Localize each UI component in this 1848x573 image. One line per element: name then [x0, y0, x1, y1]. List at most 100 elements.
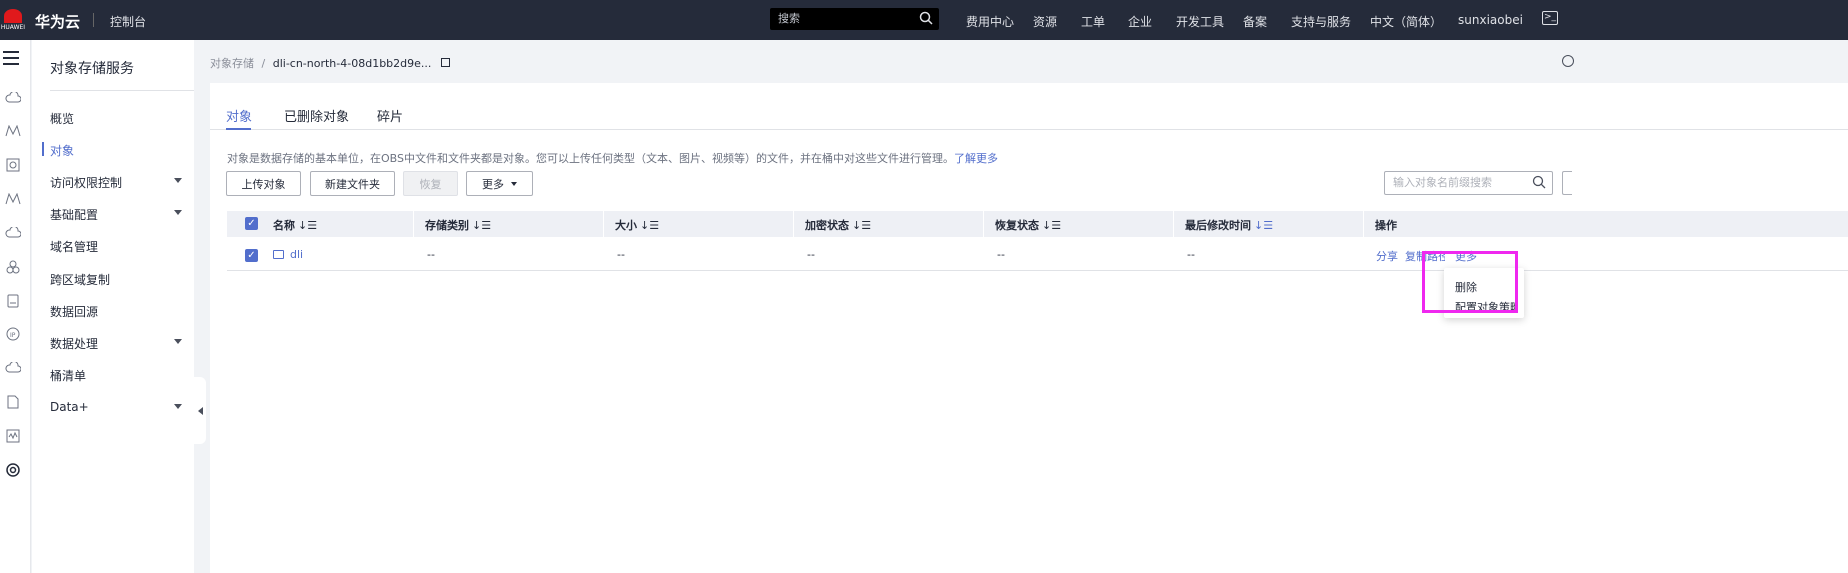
sort-icon[interactable]: ↓☰ — [1254, 219, 1273, 232]
sidebar-item-basic-config[interactable]: 基础配置 — [50, 206, 194, 223]
nav-tickets[interactable]: 工单 — [1081, 13, 1105, 30]
breadcrumb-separator: / — [261, 57, 266, 70]
search-icon[interactable] — [1532, 175, 1546, 189]
column-modified[interactable]: 最后修改时间 ↓☰ — [1185, 217, 1273, 233]
column-separator — [793, 211, 794, 237]
caret-down-icon — [174, 178, 182, 183]
column-label: 加密状态 — [805, 219, 849, 232]
toolbar-extra-button[interactable] — [1562, 171, 1572, 195]
global-search-placeholder: 搜索 — [778, 12, 800, 25]
active-indicator — [42, 142, 44, 156]
upload-object-button[interactable]: 上传对象 — [226, 171, 301, 196]
cell-restore: -- — [997, 248, 1005, 261]
cloud-sync-icon[interactable] — [5, 360, 21, 376]
sidebar-item-domain[interactable]: 域名管理 — [50, 238, 194, 255]
object-search-placeholder: 输入对象名前缀搜索 — [1393, 176, 1492, 189]
caret-down-icon — [174, 210, 182, 215]
tab-deleted-objects[interactable]: 已删除对象 — [284, 106, 349, 125]
cell-modified: -- — [1187, 248, 1195, 261]
sidebar-item-label: Data+ — [50, 400, 89, 414]
learn-more-link[interactable]: 了解更多 — [954, 152, 998, 165]
ip-icon[interactable]: IP — [5, 326, 21, 342]
sort-icon[interactable]: ↓☰ — [298, 219, 317, 232]
sidebar-item-label: 跨区域复制 — [50, 273, 111, 287]
search-icon[interactable] — [919, 11, 933, 25]
chevron-left-icon — [197, 406, 203, 415]
sidebar-item-data-processing[interactable]: 数据处理 — [50, 335, 194, 352]
nav-enterprise[interactable]: 企业 — [1128, 13, 1152, 30]
sort-icon[interactable]: ↓☰ — [640, 219, 659, 232]
column-storage-class[interactable]: 存储类别 ↓☰ — [425, 217, 491, 233]
service-icon-rail: IP — [0, 40, 31, 573]
object-name-link[interactable]: dli — [273, 248, 303, 261]
huawei-logo[interactable]: HUAWEI — [0, 0, 26, 40]
topbar-divider — [93, 13, 94, 27]
tab-fragments[interactable]: 碎片 — [377, 106, 403, 125]
new-folder-button[interactable]: 新建文件夹 — [310, 171, 395, 196]
nav-resources[interactable]: 资源 — [1033, 13, 1057, 30]
sidebar-item-label: 桶清单 — [50, 369, 87, 383]
model-icon[interactable] — [5, 123, 21, 139]
menu-icon[interactable] — [3, 51, 19, 69]
document-icon[interactable] — [5, 394, 21, 410]
sidebar-item-inventory[interactable]: 桶清单 — [50, 367, 194, 384]
svg-text:IP: IP — [10, 332, 16, 339]
nav-language[interactable]: 中文（简体） — [1370, 13, 1442, 30]
more-button[interactable]: 更多 — [466, 171, 533, 196]
table-row: ✓ dli -- -- -- -- -- 分享 复制路径 更多 — [227, 238, 1848, 271]
brand-name[interactable]: 华为云 — [35, 11, 80, 32]
nav-icp[interactable]: 备案 — [1243, 13, 1267, 30]
sidebar-item-label: 域名管理 — [50, 240, 99, 254]
sidebar-item-overview[interactable]: 概览 — [50, 110, 194, 127]
sidebar-item-access-control[interactable]: 访问权限控制 — [50, 174, 194, 191]
breadcrumb-current: dli-cn-north-4-08d1bb2d9e... — [272, 57, 432, 70]
column-restore-status[interactable]: 恢复状态 ↓☰ — [995, 217, 1061, 233]
column-actions: 操作 — [1375, 217, 1397, 233]
nav-dev-tools[interactable]: 开发工具 — [1176, 13, 1224, 30]
cell-storage-class: -- — [427, 248, 435, 261]
caret-down-icon — [511, 181, 517, 186]
cell-size: -- — [617, 248, 625, 261]
sidebar-item-cross-region[interactable]: 跨区域复制 — [50, 271, 194, 288]
tab-objects[interactable]: 对象 — [226, 106, 252, 125]
service-sidebar: 对象存储服务 概览 对象 访问权限控制 基础配置 域名管理 跨区域复制 数据回源… — [32, 40, 194, 573]
column-size[interactable]: 大小 ↓☰ — [615, 217, 659, 233]
restore-button[interactable]: 恢复 — [403, 171, 458, 196]
sort-icon[interactable]: ↓☰ — [1042, 219, 1061, 232]
column-name[interactable]: 名称 ↓☰ — [273, 217, 317, 233]
nav-billing[interactable]: 费用中心 — [966, 13, 1014, 30]
target-icon[interactable] — [5, 157, 21, 173]
model-icon-2[interactable] — [5, 191, 21, 207]
copy-icon[interactable] — [440, 57, 450, 67]
nav-user[interactable]: sunxiaobei — [1458, 13, 1523, 27]
monitor-icon[interactable] — [5, 428, 21, 444]
column-encryption[interactable]: 加密状态 ↓☰ — [805, 217, 871, 233]
global-search-input[interactable]: 搜索 — [770, 8, 939, 30]
select-all-checkbox[interactable]: ✓ — [245, 217, 258, 230]
share-link[interactable]: 分享 — [1376, 248, 1398, 264]
sort-icon[interactable]: ↓☰ — [852, 219, 871, 232]
sidebar-item-objects[interactable]: 对象 — [50, 142, 194, 159]
nav-support[interactable]: 支持与服务 — [1291, 13, 1351, 30]
cloud-icon[interactable] — [5, 90, 21, 106]
sidebar-item-label: 对象 — [50, 144, 75, 158]
sidebar-item-data-plus[interactable]: Data+ — [50, 400, 194, 414]
cluster-icon[interactable] — [5, 259, 21, 275]
tabs-divider — [210, 129, 1848, 130]
cloud-server-icon[interactable] — [5, 225, 21, 241]
terminal-icon[interactable]: >_ — [1542, 11, 1558, 25]
storage-icon[interactable] — [5, 293, 21, 309]
sidebar-collapse-button[interactable] — [194, 377, 206, 444]
breadcrumb-root[interactable]: 对象存储 — [210, 57, 254, 70]
sidebar-item-back-to-source[interactable]: 数据回源 — [50, 303, 194, 320]
help-icon[interactable] — [1562, 55, 1574, 67]
sidebar-title: 对象存储服务 — [50, 61, 134, 77]
row-checkbox[interactable]: ✓ — [245, 249, 258, 262]
column-label: 名称 — [273, 219, 295, 232]
sort-icon[interactable]: ↓☰ — [472, 219, 491, 232]
object-search-input[interactable]: 输入对象名前缀搜索 — [1384, 171, 1553, 195]
huawei-petals-icon — [4, 9, 22, 23]
button-label: 上传对象 — [241, 177, 286, 191]
console-link[interactable]: 控制台 — [110, 13, 146, 30]
settings-gear-icon[interactable] — [5, 462, 21, 478]
